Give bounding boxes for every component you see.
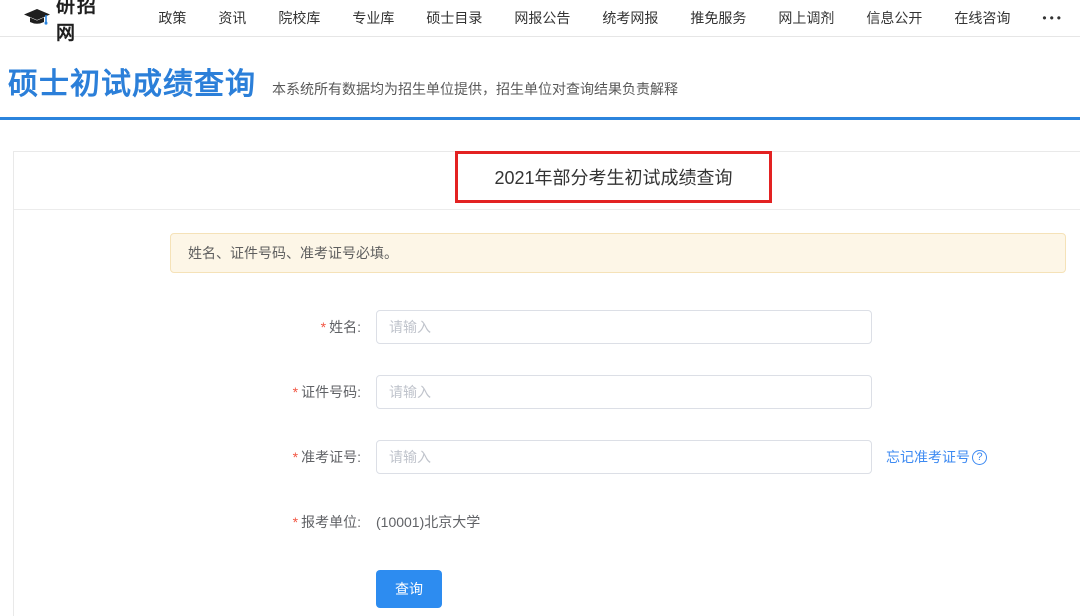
card-title: 2021年部分考生初试成绩查询: [494, 164, 732, 190]
page-title: 硕士初试成绩查询: [8, 59, 256, 103]
nav-item-info-disclosure[interactable]: 信息公开: [850, 8, 938, 28]
id-number-label: *证件号码:: [14, 382, 361, 402]
required-asterisk: *: [293, 384, 298, 400]
submit-row: 查询: [376, 570, 1080, 608]
help-question-icon: ?: [972, 450, 987, 465]
admission-ticket-input[interactable]: [376, 440, 872, 474]
red-annotation-box: 2021年部分考生初试成绩查询: [455, 151, 772, 203]
site-logo[interactable]: 研招网: [24, 0, 118, 45]
name-label: *姓名:: [14, 317, 361, 337]
card-body: 姓名、证件号码、准考证号必填。 *姓名: *证件号码: *准考证号: 忘记准考证…: [14, 210, 1080, 608]
query-form: *姓名: *证件号码: *准考证号: 忘记准考证号? *报考单位: (10001…: [14, 310, 1080, 608]
nav-item-news[interactable]: 资讯: [202, 8, 262, 28]
nav-item-master-catalog[interactable]: 硕士目录: [410, 8, 498, 28]
nav-item-online-adjustment[interactable]: 网上调剂: [762, 8, 850, 28]
required-fields-notice: 姓名、证件号码、准考证号必填。: [170, 233, 1066, 273]
apply-unit-label: *报考单位:: [14, 512, 361, 532]
form-row-apply-unit: *报考单位: (10001)北京大学: [14, 505, 1080, 539]
required-asterisk: *: [321, 319, 326, 335]
nav-item-exemption-service[interactable]: 推免服务: [674, 8, 762, 28]
blue-divider-rule: [0, 117, 1080, 120]
nav-item-online-consult[interactable]: 在线咨询: [938, 8, 1026, 28]
graduation-cap-icon: [24, 9, 50, 27]
apply-unit-value: (10001)北京大学: [376, 512, 480, 532]
nav-item-college-database[interactable]: 院校库: [262, 8, 336, 28]
forgot-admission-ticket-link[interactable]: 忘记准考证号?: [886, 447, 987, 467]
required-asterisk: *: [293, 514, 298, 530]
required-asterisk: *: [293, 449, 298, 465]
form-row-name: *姓名:: [14, 310, 1080, 344]
admission-ticket-label: *准考证号:: [14, 447, 361, 467]
query-submit-button[interactable]: 查询: [376, 570, 442, 608]
top-navigation-bar: 研招网 政策 资讯 院校库 专业库 硕士目录 网报公告 统考网报 推免服务 网上…: [0, 0, 1080, 37]
nav-item-major-database[interactable]: 专业库: [336, 8, 410, 28]
form-row-admission-ticket: *准考证号: 忘记准考证号?: [14, 440, 1080, 474]
main-nav: 政策 资讯 院校库 专业库 硕士目录 网报公告 统考网报 推免服务 网上调剂 信…: [142, 8, 1080, 28]
site-logo-text: 研招网: [56, 0, 118, 45]
form-row-id-number: *证件号码:: [14, 375, 1080, 409]
page-subtitle: 本系统所有数据均为招生单位提供，招生单位对查询结果负责解释: [272, 79, 678, 99]
card-title-row: 2021年部分考生初试成绩查询: [14, 152, 1080, 210]
name-input[interactable]: [376, 310, 872, 344]
score-query-card: 2021年部分考生初试成绩查询 姓名、证件号码、准考证号必填。 *姓名: *证件…: [13, 151, 1080, 616]
nav-item-unified-exam-registration[interactable]: 统考网报: [586, 8, 674, 28]
page-heading: 硕士初试成绩查询 本系统所有数据均为招生单位提供，招生单位对查询结果负责解释: [0, 37, 1080, 103]
nav-item-policy[interactable]: 政策: [142, 8, 202, 28]
nav-item-registration-notice[interactable]: 网报公告: [498, 8, 586, 28]
id-number-input[interactable]: [376, 375, 872, 409]
nav-more-dots[interactable]: •••: [1026, 11, 1080, 25]
